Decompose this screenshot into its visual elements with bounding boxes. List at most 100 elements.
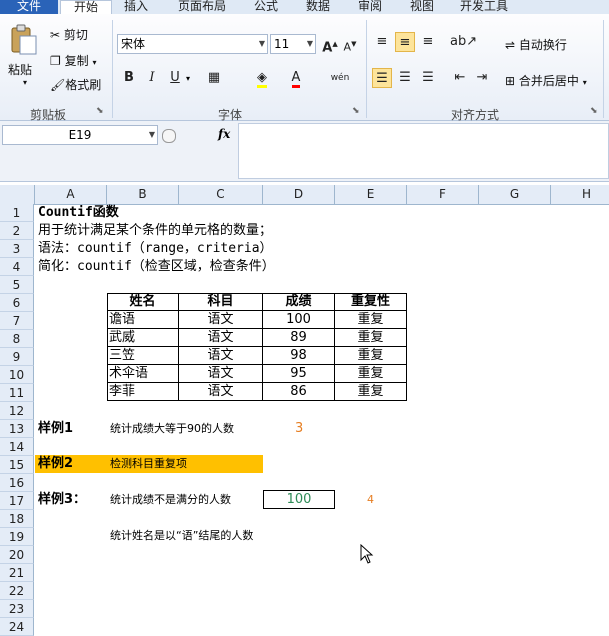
formula-bar-resize-handle[interactable] — [162, 129, 176, 143]
column-header-b[interactable]: B — [107, 185, 179, 204]
cell-a3[interactable]: 语法：countif（range，criteria） — [38, 240, 273, 258]
decrease-indent-button[interactable]: ⇤ — [450, 68, 470, 88]
table-cell[interactable]: 语文 — [179, 365, 263, 383]
table-cell[interactable]: 重复 — [335, 347, 407, 365]
tab-developer[interactable]: 开发工具 — [460, 0, 508, 14]
underline-dropdown-icon[interactable]: ▾ — [186, 74, 190, 83]
row-header-1[interactable]: 1 — [0, 204, 34, 222]
formula-input[interactable] — [238, 123, 609, 179]
table-cell[interactable]: 95 — [263, 365, 335, 383]
paste-button[interactable]: 粘贴 ▾ — [8, 24, 42, 87]
table-cell[interactable]: 重复 — [335, 365, 407, 383]
row-header-18[interactable]: 18 — [0, 510, 34, 528]
table-cell[interactable]: 术伞语 — [107, 365, 179, 383]
align-center-button[interactable]: ☰ — [395, 68, 415, 88]
example3-description[interactable]: 统计成绩不是满分的人数 — [110, 491, 231, 509]
column-header-c[interactable]: C — [179, 185, 263, 204]
tab-file[interactable]: 文件 — [0, 0, 58, 14]
example2-description[interactable]: 检测科目重复项 — [110, 455, 187, 473]
font-size-select[interactable]: 11 ▼ — [270, 34, 316, 54]
table-header-cell[interactable]: 成绩 — [263, 293, 335, 311]
wrap-text-button[interactable]: ⇌ 自动换行 — [505, 36, 567, 53]
alignment-launcher-icon[interactable]: ⬊ — [590, 106, 598, 116]
example1-label[interactable]: 样例1 — [38, 420, 73, 438]
row-header-12[interactable]: 12 — [0, 402, 34, 420]
cell-a4[interactable]: 简化：countif（检查区域，检查条件） — [38, 258, 275, 276]
table-cell[interactable]: 李菲 — [107, 383, 179, 401]
row-header-24[interactable]: 24 — [0, 618, 34, 636]
table-cell[interactable]: 三笠 — [107, 347, 179, 365]
row-header-14[interactable]: 14 — [0, 438, 34, 456]
fx-icon[interactable]: fx — [218, 127, 230, 141]
row-header-6[interactable]: 6 — [0, 294, 34, 312]
fill-color-button[interactable]: ◈ — [252, 68, 272, 88]
cell-a2[interactable]: 用于统计满足某个条件的单元格的数量； — [38, 222, 272, 240]
table-cell[interactable]: 89 — [263, 329, 335, 347]
table-cell[interactable]: 98 — [263, 347, 335, 365]
row-header-8[interactable]: 8 — [0, 330, 34, 348]
bold-button[interactable]: B — [119, 68, 139, 88]
table-header-cell[interactable]: 姓名 — [107, 293, 179, 311]
align-right-button[interactable]: ☰ — [418, 68, 438, 88]
cut-button[interactable]: ✂ 剪切 — [50, 26, 88, 43]
row-header-11[interactable]: 11 — [0, 384, 34, 402]
merge-center-button[interactable]: ⊞ 合并后居中 ▾ — [505, 72, 587, 89]
row-header-23[interactable]: 23 — [0, 600, 34, 618]
align-bottom-button[interactable]: ≡ — [418, 32, 438, 52]
shrink-font-button[interactable]: A▼ — [340, 34, 360, 54]
italic-button[interactable]: I — [142, 68, 162, 88]
table-header-cell[interactable]: 科目 — [179, 293, 263, 311]
example1-result[interactable]: 3 — [295, 420, 303, 438]
tab-formulas[interactable]: 公式 — [254, 0, 278, 14]
select-all-corner[interactable] — [0, 185, 35, 204]
row-header-2[interactable]: 2 — [0, 222, 34, 240]
row-header-15[interactable]: 15 — [0, 456, 34, 474]
table-cell[interactable]: 武威 — [107, 329, 179, 347]
row-header-17[interactable]: 17 — [0, 492, 34, 510]
example3-result[interactable]: 4 — [367, 491, 374, 509]
row-header-9[interactable]: 9 — [0, 348, 34, 366]
tab-view[interactable]: 视图 — [410, 0, 434, 14]
table-cell[interactable]: 重复 — [335, 383, 407, 401]
row-header-13[interactable]: 13 — [0, 420, 34, 438]
table-cell[interactable]: 谵语 — [107, 311, 179, 329]
borders-button[interactable]: ▦ — [204, 68, 224, 88]
align-left-button[interactable]: ☰ — [372, 68, 392, 88]
paste-dropdown-icon[interactable]: ▾ — [8, 78, 42, 87]
align-middle-button[interactable]: ≡ — [395, 32, 415, 52]
example2-label[interactable]: 样例2 — [38, 455, 73, 473]
table-cell[interactable]: 语文 — [179, 383, 263, 401]
row-header-4[interactable]: 4 — [0, 258, 34, 276]
column-header-g[interactable]: G — [479, 185, 551, 204]
row-header-22[interactable]: 22 — [0, 582, 34, 600]
grow-font-button[interactable]: A▲ — [320, 34, 340, 55]
table-cell[interactable]: 重复 — [335, 329, 407, 347]
column-header-d[interactable]: D — [263, 185, 335, 204]
column-header-a[interactable]: A — [35, 185, 107, 204]
row-header-20[interactable]: 20 — [0, 546, 34, 564]
example3-label[interactable]: 样例3： — [38, 491, 86, 509]
example1-description[interactable]: 统计成绩大等于90的人数 — [110, 420, 234, 438]
font-color-button[interactable]: A — [286, 68, 306, 88]
row-header-19[interactable]: 19 — [0, 528, 34, 546]
row-header-7[interactable]: 7 — [0, 312, 34, 330]
name-box[interactable]: E19 ▼ — [2, 125, 158, 145]
row-header-10[interactable]: 10 — [0, 366, 34, 384]
tab-page-layout[interactable]: 页面布局 — [178, 0, 226, 14]
cell-a1[interactable]: Countif函数 — [38, 204, 119, 222]
table-cell[interactable]: 重复 — [335, 311, 407, 329]
table-cell[interactable]: 语文 — [179, 311, 263, 329]
row-header-3[interactable]: 3 — [0, 240, 34, 258]
table-cell[interactable]: 86 — [263, 383, 335, 401]
tab-home[interactable]: 开始 — [60, 0, 112, 15]
clipboard-launcher-icon[interactable]: ⬊ — [96, 106, 104, 116]
tab-data[interactable]: 数据 — [306, 0, 330, 14]
table-header-cell[interactable]: 重复性 — [335, 293, 407, 311]
font-launcher-icon[interactable]: ⬊ — [352, 106, 360, 116]
table-cell[interactable]: 语文 — [179, 329, 263, 347]
table-cell[interactable]: 语文 — [179, 347, 263, 365]
column-header-f[interactable]: F — [407, 185, 479, 204]
copy-button[interactable]: ❐ 复制 ▾ — [50, 52, 96, 69]
orientation-button[interactable]: ab↗ — [450, 32, 477, 52]
increase-indent-button[interactable]: ⇥ — [472, 68, 492, 88]
